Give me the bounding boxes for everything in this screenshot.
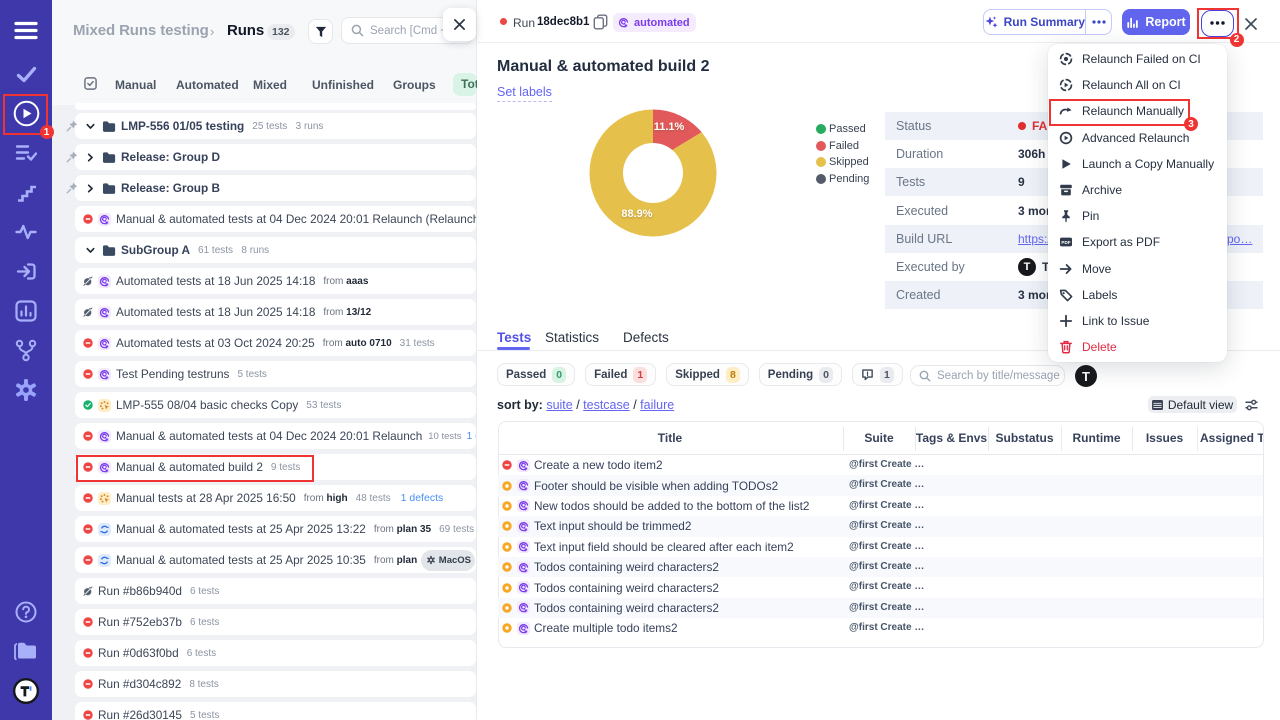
svg-text:PDF: PDF [1061,241,1070,246]
